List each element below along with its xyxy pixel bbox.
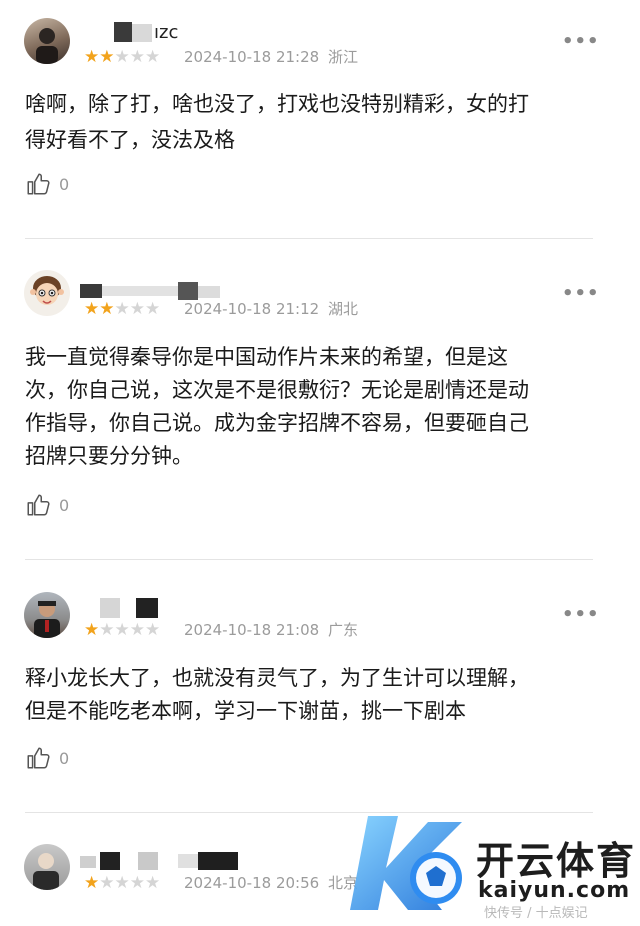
comment-meta: 2024-10-18 20:56 北京: [184, 873, 358, 893]
star-icon: ★: [114, 873, 130, 893]
watermark-source: 快传号 / 十点娱记: [484, 906, 588, 921]
comment-line: 招牌只要分分钟。: [25, 444, 193, 468]
comment-meta: 2024-10-18 21:08 广东: [184, 620, 358, 640]
comment-text: 我一直觉得秦导你是中国动作片未来的希望，但是这 次，你自己说，这次是不是很敷衍？…: [25, 341, 600, 473]
comment-meta: 2024-10-18 21:12 湖北: [184, 299, 358, 319]
star-icon: ★: [84, 47, 100, 67]
comment-text: 啥啊，除了打，啥也没了，打戏也没特别精彩，女的打 得好看不了，没法及格: [25, 88, 600, 157]
star-icon: ★: [84, 299, 100, 319]
comment-line: 作指导，你自己说。成为金字招牌不容易，但要砸自己: [25, 411, 529, 435]
star-icon: ★: [99, 620, 115, 640]
star-rating: ★★★★★: [84, 47, 160, 67]
username-redacted[interactable]: [80, 852, 240, 870]
star-icon: ★: [145, 47, 161, 67]
avatar[interactable]: [24, 844, 70, 890]
cartoon-avatar-icon: [30, 276, 64, 305]
timestamp: 2024-10-18 20:56: [184, 874, 320, 892]
like-count: 0: [59, 748, 70, 768]
thumbs-up-icon: [27, 747, 50, 769]
star-icon: ★: [114, 299, 130, 319]
watermark-brand-cn: 开云体育: [476, 839, 637, 883]
timestamp: 2024-10-18 21:28: [184, 48, 320, 66]
k-ball-logo-icon: [350, 816, 462, 910]
comment-line: 释小龙长大了，也就没有灵气了，为了生计可以理解，: [25, 666, 529, 690]
like-count: 0: [59, 174, 70, 194]
location: 浙江: [327, 48, 358, 66]
thumbs-up-icon: [27, 173, 50, 195]
avatar-photo-icon: [36, 28, 58, 64]
divider: [25, 559, 593, 560]
star-icon: ★: [145, 299, 161, 319]
star-icon: ★: [99, 873, 115, 893]
star-icon: ★: [129, 620, 145, 640]
avatar[interactable]: [24, 18, 70, 64]
star-rating: ★★★★★: [84, 873, 160, 893]
comment-line: 得好看不了，没法及格: [25, 128, 235, 152]
comment-line: 但是不能吃老本啊，学习一下谢苗，挑一下剧本: [25, 699, 466, 723]
star-rating: ★★★★★: [84, 299, 160, 319]
more-options-button[interactable]: •••: [562, 32, 600, 52]
username-redacted[interactable]: ızc: [96, 22, 186, 43]
timestamp: 2024-10-18 21:08: [184, 621, 320, 639]
star-icon: ★: [99, 47, 115, 67]
comment-line: 我一直觉得秦导你是中国动作片未来的希望，但是这: [25, 345, 508, 369]
more-options-button[interactable]: •••: [562, 284, 600, 304]
location: 广东: [327, 621, 358, 639]
comment-meta: 2024-10-18 21:28 浙江: [184, 47, 358, 67]
like-button[interactable]: 0: [25, 744, 69, 772]
more-options-button[interactable]: •••: [562, 605, 600, 625]
username-redacted[interactable]: [100, 598, 160, 618]
avatar-photo-icon: [34, 601, 60, 638]
star-icon: ★: [84, 620, 100, 640]
comment-text: 释小龙长大了，也就没有灵气了，为了生计可以理解， 但是不能吃老本啊，学习一下谢苗…: [25, 662, 600, 728]
timestamp: 2024-10-18 21:12: [184, 300, 320, 318]
comment-line: 次，你自己说，这次是不是很敷衍？无论是剧情还是动: [25, 378, 529, 402]
star-icon: ★: [129, 299, 145, 319]
star-icon: ★: [84, 873, 100, 893]
like-button[interactable]: 0: [25, 491, 69, 519]
star-icon: ★: [129, 873, 145, 893]
star-icon: ★: [114, 620, 130, 640]
like-button[interactable]: 0: [25, 170, 69, 198]
star-icon: ★: [114, 47, 130, 67]
star-icon: ★: [145, 620, 161, 640]
like-count: 0: [59, 495, 70, 515]
avatar-photo-icon: [33, 853, 59, 890]
divider: [25, 238, 593, 239]
username-redacted[interactable]: [80, 282, 220, 300]
star-icon: ★: [129, 47, 145, 67]
comment-line: 啥啊，除了打，啥也没了，打戏也没特别精彩，女的打: [25, 92, 529, 116]
watermark-brand-en: kaiyun.com: [478, 878, 631, 903]
avatar[interactable]: [24, 270, 70, 316]
username-suffix: ızc: [154, 22, 179, 43]
avatar[interactable]: [24, 592, 70, 638]
location: 湖北: [327, 300, 358, 318]
star-icon: ★: [99, 299, 115, 319]
star-icon: ★: [145, 873, 161, 893]
thumbs-up-icon: [27, 494, 50, 516]
star-rating: ★★★★★: [84, 620, 160, 640]
